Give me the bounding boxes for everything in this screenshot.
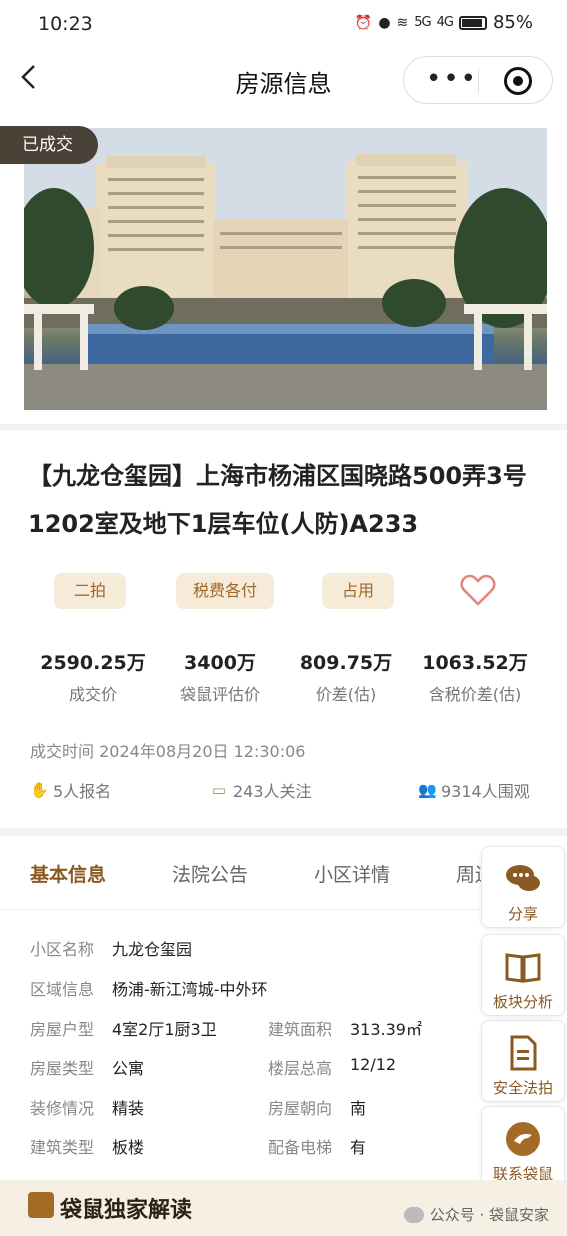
- stat-value: 809.75万: [299, 652, 393, 674]
- stat-deal-price: 2590.25万 成交价: [30, 648, 156, 705]
- section-divider: [0, 828, 567, 836]
- vr-glasses-icon: ▭: [211, 781, 227, 799]
- deal-status-badge: 已成交: [0, 126, 98, 164]
- viewer-count-text: 9314人围观: [441, 782, 530, 801]
- stat-label: 价差(估): [315, 685, 377, 704]
- battery-icon: [458, 15, 487, 30]
- listing-title: 【九龙仓玺园】上海市杨浦区国晓路500弄3号1202室及地下1层车位(人防)A2…: [28, 462, 527, 538]
- info-value: 板楼: [112, 1138, 145, 1157]
- wechat-icon: [403, 1206, 424, 1223]
- tab-court-notice[interactable]: 法院公告: [172, 860, 248, 887]
- battery-percent: 85%: [492, 12, 533, 33]
- info-key: 楼层总高: [268, 1059, 333, 1078]
- signup-count: ✋ 5人报名: [30, 778, 111, 802]
- stat-value: 2590.25万: [40, 652, 146, 674]
- location-icon: ●: [378, 14, 391, 31]
- info-key: 装修情况: [30, 1099, 95, 1118]
- status-time: 10:23: [38, 13, 93, 35]
- info-row: 区域信息 杨浦-新江湾城-中外环: [30, 976, 470, 1000]
- info-row: 小区名称 九龙仓玺园: [30, 936, 470, 960]
- tag-tax: 税费各付: [176, 573, 274, 609]
- contact-button[interactable]: 联系袋鼠: [481, 1106, 565, 1188]
- stat-label: 含税价差(估): [428, 685, 522, 704]
- people-icon: 👥: [418, 781, 437, 799]
- stat-label: 袋鼠评估价: [179, 685, 260, 704]
- section-divider: [0, 424, 567, 430]
- close-miniprogram-button[interactable]: [504, 67, 532, 95]
- watermark-text: 公众号 · 袋鼠安家: [429, 1206, 549, 1224]
- top-nav: 房源信息 •••: [0, 52, 567, 108]
- info-key: 配备电梯: [268, 1138, 333, 1157]
- more-button[interactable]: •••: [426, 65, 478, 93]
- tag-auction-round: 二拍: [54, 573, 126, 609]
- signal-4g: 4G: [436, 15, 454, 30]
- document-icon: [503, 1033, 543, 1073]
- info-value: 12/12: [350, 1055, 397, 1074]
- stat-price-gap: 809.75万 价差(估): [290, 648, 402, 705]
- info-value: 公寓: [112, 1059, 145, 1078]
- info-row: 房屋户型 4室2厅1厨3卫 建筑面积 313.39㎡: [30, 1016, 470, 1040]
- hand-icon: ✋: [30, 781, 49, 799]
- tag-occupied: 占用: [322, 573, 394, 609]
- info-value: 4室2厅1厨3卫: [112, 1020, 217, 1039]
- area-analysis-button[interactable]: 板块分析: [481, 934, 565, 1016]
- exclusive-insight-section: 袋鼠独家解读 公众号 · 袋鼠安家: [0, 1180, 567, 1236]
- property-photo[interactable]: [24, 128, 547, 410]
- kangaroo-logo-icon: [503, 1119, 543, 1159]
- alarm-icon: ⏰: [354, 14, 373, 31]
- info-value: 313.39㎡: [350, 1020, 422, 1039]
- info-value: 九龙仓玺园: [112, 940, 193, 959]
- wifi-icon: ≋: [396, 14, 409, 31]
- miniprogram-capsule: •••: [403, 56, 553, 104]
- info-key: 区域信息: [30, 980, 95, 999]
- area-analysis-label: 板块分析: [492, 993, 553, 1011]
- info-key: 建筑类型: [30, 1138, 95, 1157]
- tab-community[interactable]: 小区详情: [314, 860, 390, 887]
- price-stats: 2590.25万 成交价 3400万 袋鼠评估价 809.75万 价差(估) 1…: [0, 648, 567, 708]
- deal-time: 成交时间 2024年08月20日 12:30:06: [30, 742, 306, 761]
- safe-auction-label: 安全法拍: [492, 1079, 553, 1097]
- exclusive-insight-title: 袋鼠独家解读: [60, 1198, 193, 1223]
- follower-count: ▭ 243人关注: [210, 778, 312, 802]
- signup-count-text: 5人报名: [53, 782, 112, 801]
- info-value: 杨浦-新江湾城-中外环: [112, 980, 268, 999]
- info-key: 房屋朝向: [268, 1099, 333, 1118]
- info-key: 房屋类型: [30, 1059, 95, 1078]
- book-icon: [503, 947, 543, 987]
- status-icons: ⏰ ● ≋ 5G 4G 85%: [355, 12, 533, 33]
- stat-label: 成交价: [68, 685, 117, 704]
- viewer-count: 👥 9314人围观: [418, 778, 530, 802]
- info-key: 建筑面积: [268, 1020, 333, 1039]
- info-key: 房屋户型: [30, 1020, 95, 1039]
- stat-estimate: 3400万 袋鼠评估价: [166, 648, 274, 705]
- info-value: 有: [350, 1138, 367, 1157]
- stat-value: 1063.52万: [422, 652, 528, 674]
- listing-counters: ✋ 5人报名 ▭ 243人关注 👥 9314人围观: [0, 778, 567, 802]
- info-row: 装修情况 精装 房屋朝向 南: [30, 1095, 470, 1119]
- share-label: 分享: [507, 905, 538, 923]
- property-photo-image: [24, 128, 547, 410]
- tab-basic-info[interactable]: 基本信息: [30, 860, 106, 887]
- stat-value: 3400万: [184, 652, 256, 674]
- wechat-watermark: 公众号 · 袋鼠安家: [403, 1204, 549, 1225]
- share-button[interactable]: 分享: [481, 846, 565, 928]
- info-value: 精装: [112, 1099, 145, 1118]
- status-bar: 10:23 ⏰ ● ≋ 5G 4G 85%: [0, 0, 567, 52]
- info-row: 房屋类型 公寓 楼层总高 12/12: [30, 1055, 470, 1079]
- stat-tax-gap: 1063.52万 含税价差(估): [416, 648, 534, 705]
- info-value: 南: [350, 1099, 367, 1118]
- capsule-divider: [478, 69, 479, 93]
- signal-5g: 5G: [414, 15, 431, 30]
- follower-count-text: 243人关注: [233, 782, 312, 801]
- info-key: 小区名称: [30, 940, 95, 959]
- safe-auction-button[interactable]: 安全法拍: [481, 1020, 565, 1102]
- kangaroo-badge-icon: [28, 1192, 54, 1218]
- chat-bubble-icon: [503, 859, 543, 899]
- info-row: 建筑类型 板楼 配备电梯 有: [30, 1134, 470, 1158]
- favorite-heart-icon[interactable]: [460, 573, 496, 607]
